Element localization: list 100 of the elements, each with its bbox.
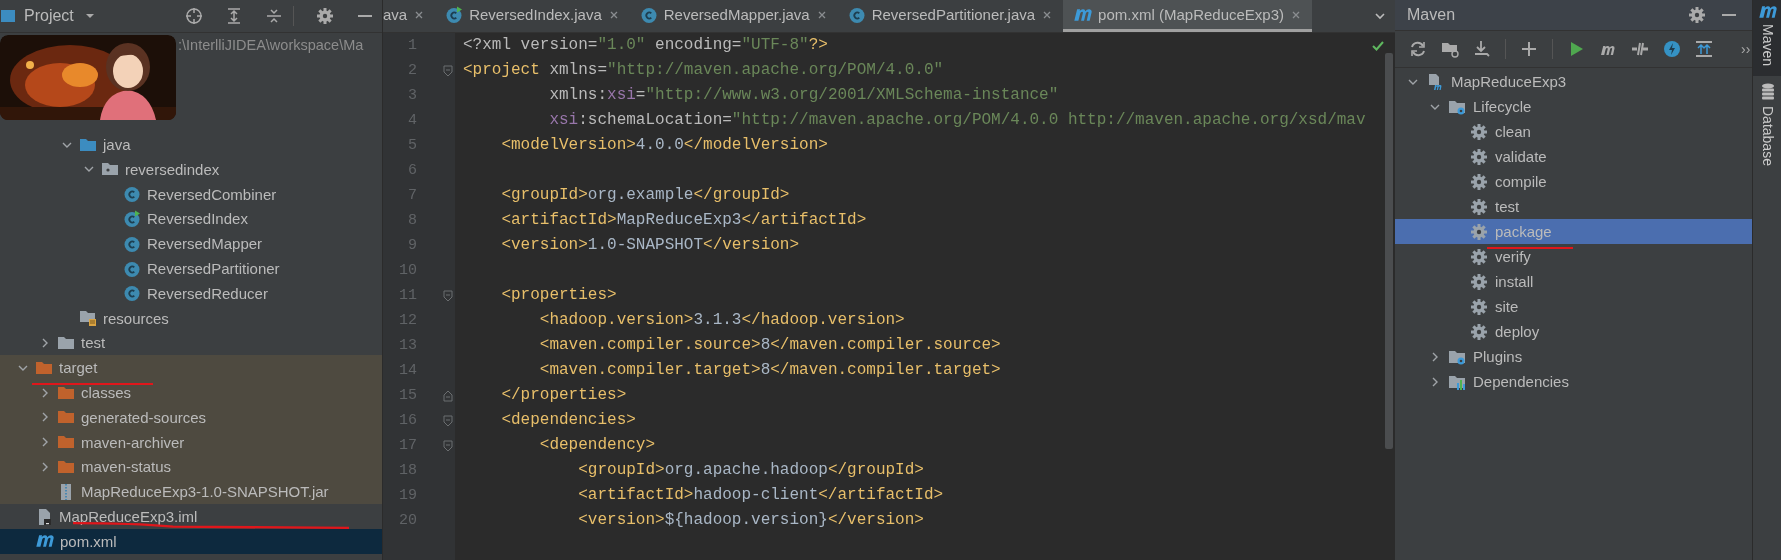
tree-row[interactable]: ReversedIndex xyxy=(0,206,382,232)
project-icon xyxy=(0,7,18,25)
maven-tree-item[interactable]: deploy xyxy=(1395,319,1752,344)
maven-icon xyxy=(1074,8,1093,21)
folder-refresh-icon[interactable] xyxy=(1441,40,1459,58)
editor-tab[interactable]: ReversedPartitioner.java xyxy=(837,0,1064,32)
code-line: <dependency> xyxy=(538,436,656,454)
expand-all-icon[interactable] xyxy=(225,7,243,25)
project-path: :\InterlliJIDEA\workspace\Ma xyxy=(177,37,364,54)
maven-tree-item[interactable]: install xyxy=(1395,269,1752,294)
download-icon[interactable] xyxy=(1473,40,1491,58)
fold-icon[interactable] xyxy=(443,389,453,402)
code-line: <groupId>org.apache.hadoop</groupId> xyxy=(577,461,924,479)
code-line: <?xml version="1.0" encoding="UTF-8"?> xyxy=(463,36,828,54)
locate-icon[interactable] xyxy=(185,7,203,25)
tree-row[interactable]: MapReduceExp3-1.0-SNAPSHOT.jar xyxy=(0,479,382,505)
code-line: <maven.compiler.source>8</maven.compiler.source> xyxy=(538,336,1001,354)
code-line: <groupId>org.example</groupId> xyxy=(500,186,790,204)
code-line: <artifactId>hadoop-client</artifactId> xyxy=(577,486,944,504)
tree-row[interactable]: ReversedPartitioner xyxy=(0,256,382,281)
refresh-icon[interactable] xyxy=(1409,40,1427,58)
tool-window-tab[interactable]: Database xyxy=(1753,76,1781,176)
gear-icon xyxy=(1470,297,1488,316)
gear-icon xyxy=(1470,322,1488,341)
align-icon[interactable] xyxy=(1695,40,1713,58)
code-line: <artifactId>MapReduceExp3</artifactId> xyxy=(500,211,867,229)
gear-icon xyxy=(1470,247,1488,266)
panel-title: Maven xyxy=(1407,6,1456,24)
offline-toggle-icon[interactable] xyxy=(1631,40,1649,58)
panel-title[interactable]: Project xyxy=(24,7,74,25)
editor-tab[interactable]: ava xyxy=(383,0,436,32)
editor-tab[interactable]: ReversedMapper.java xyxy=(629,0,838,32)
code-line: <project xmlns="http://maven.apache.org/POM/4.0.0" xyxy=(463,61,944,79)
maven-icon xyxy=(36,535,54,548)
maven-tree-item[interactable]: MapReduceExp3 xyxy=(1395,69,1752,94)
maven-tree-item[interactable]: clean xyxy=(1395,119,1752,144)
code-line: <properties> xyxy=(500,286,617,304)
code-line: <version>${hadoop.version}</version> xyxy=(577,511,924,529)
scrollbar-thumb[interactable] xyxy=(1385,53,1393,449)
tree-row[interactable]: ReversedReducer xyxy=(0,280,382,306)
tree-row[interactable]: ReversedMapper xyxy=(0,231,382,257)
fold-icon[interactable] xyxy=(443,439,453,452)
tree-row[interactable]: target xyxy=(0,355,382,381)
code-line: <dependencies> xyxy=(500,411,636,429)
tree-row[interactable]: maven-status xyxy=(0,454,382,480)
more-button[interactable]: ›› xyxy=(1741,41,1751,57)
fold-icon[interactable] xyxy=(443,414,453,427)
code-line: xmlns:xsi="http://www.w3.org/2001/XMLSchema-instance" xyxy=(548,86,1059,104)
add-icon[interactable] xyxy=(1520,40,1538,58)
settings-icon[interactable] xyxy=(1688,6,1706,24)
maven-tree-item[interactable]: Dependencies xyxy=(1395,369,1752,394)
gear-icon xyxy=(1470,272,1488,291)
gear-icon xyxy=(1470,147,1488,166)
maven-tree-item[interactable]: test xyxy=(1395,194,1752,219)
class-icon xyxy=(123,259,141,278)
runnable-class-icon xyxy=(445,5,464,24)
maven-tree-item[interactable]: site xyxy=(1395,294,1752,319)
maven-icon xyxy=(1759,6,1777,18)
tree-row[interactable]: maven-archiver xyxy=(0,429,382,455)
fold-icon[interactable] xyxy=(443,289,453,302)
code-line: </properties> xyxy=(500,386,627,404)
tree-row[interactable]: resources xyxy=(0,305,382,331)
tree-row[interactable]: generated-sources xyxy=(0,404,382,430)
tree-row[interactable]: ReversedCombiner xyxy=(0,181,382,207)
tree-row[interactable]: classes xyxy=(0,380,382,405)
collapse-all-icon[interactable] xyxy=(265,7,283,25)
editor-tab[interactable]: pom.xml (MapReduceExp3) xyxy=(1063,0,1312,32)
resources-folder-icon xyxy=(79,309,97,328)
tree-row[interactable]: MapReduceExp3.iml xyxy=(0,504,382,529)
gear-icon xyxy=(1470,172,1488,191)
tool-window-tab[interactable]: Maven xyxy=(1753,0,1781,77)
gear-icon xyxy=(1470,222,1488,241)
tree-row[interactable]: java xyxy=(0,132,382,157)
maven-tree-item[interactable]: compile xyxy=(1395,169,1752,194)
check-icon xyxy=(1371,39,1385,53)
code-line: <modelVersion>4.0.0</modelVersion> xyxy=(500,136,828,154)
tree-row[interactable]: pom.xml xyxy=(0,528,382,554)
editor-tab[interactable]: ReversedIndex.java xyxy=(435,0,630,32)
class-icon xyxy=(123,284,141,303)
maven-tree-item[interactable]: Plugins xyxy=(1395,344,1752,369)
code-line: <hadoop.version>3.1.3</hadoop.version> xyxy=(538,311,905,329)
runnable-class-icon xyxy=(123,209,141,228)
maven-tree-item[interactable]: Lifecycle xyxy=(1395,94,1752,119)
fold-icon[interactable] xyxy=(443,64,453,77)
class-icon xyxy=(123,234,141,253)
class-icon xyxy=(639,5,658,24)
class-icon xyxy=(123,185,141,204)
lightning-icon[interactable] xyxy=(1663,40,1681,58)
maven-tree-item[interactable]: validate xyxy=(1395,144,1752,169)
gear-icon xyxy=(1470,122,1488,141)
tree-row[interactable]: reversedindex xyxy=(0,157,382,182)
code-line: <maven.compiler.target>8</maven.compiler.target> xyxy=(538,361,1001,379)
code-line: <version>1.0-SNAPSHOT</version> xyxy=(500,236,800,254)
tree-row[interactable]: test xyxy=(0,330,382,356)
maven-tree-item[interactable]: verify xyxy=(1395,244,1752,269)
settings-icon[interactable] xyxy=(316,7,334,25)
gear-icon xyxy=(1470,197,1488,216)
class-icon xyxy=(847,5,866,24)
maven-module-icon xyxy=(1426,72,1444,91)
code-line: xsi:schemaLocation="http://maven.apache.org/POM/4.0.0 http://maven.apache.org/xsd/mav xyxy=(548,111,1366,129)
